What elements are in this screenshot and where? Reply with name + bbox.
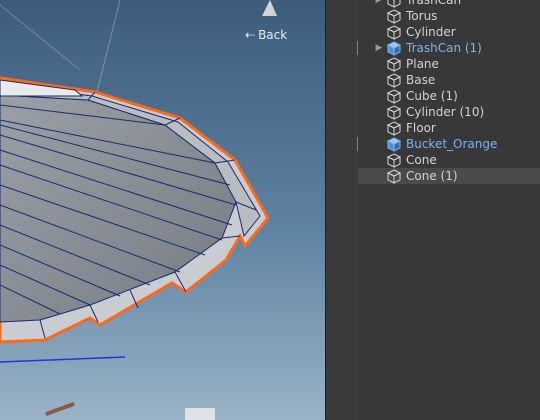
gameobject-cube-icon xyxy=(386,105,402,120)
back-label: Back xyxy=(258,28,288,42)
hierarchy-item-label: Cone xyxy=(406,153,437,167)
gameobject-cube-icon xyxy=(386,25,402,40)
hierarchy-item[interactable]: Bucket_Orange xyxy=(358,136,540,152)
hierarchy-item-label: TrashCan (1) xyxy=(406,41,482,55)
gameobject-cube-icon xyxy=(386,73,402,88)
hierarchy-item[interactable]: Plane xyxy=(358,56,540,72)
gameobject-cube-icon xyxy=(386,89,402,104)
hierarchy-item-label: Cube (1) xyxy=(406,89,458,103)
hierarchy-gutter xyxy=(325,0,358,420)
foldout-arrow-icon[interactable]: ▶ xyxy=(372,0,386,5)
hierarchy-item-label: Bucket_Orange xyxy=(406,137,498,151)
hierarchy-item[interactable]: Cube (1) xyxy=(358,88,540,104)
hierarchy-item[interactable]: Torus xyxy=(358,8,540,24)
scene-viewport[interactable] xyxy=(0,0,325,420)
hierarchy-item-label: TrashCan xyxy=(406,0,462,7)
back-arrow-icon: ⇠ xyxy=(245,28,256,42)
hierarchy-panel[interactable]: ▶ TrashCan Torus Cylinder ▶ TrashCan (1) Plane… xyxy=(358,0,540,420)
foldout-arrow-icon[interactable]: ▶ xyxy=(372,43,386,53)
hierarchy-item-label: Torus xyxy=(406,9,438,23)
hierarchy-item[interactable]: ▶ TrashCan (1) xyxy=(358,40,540,56)
prefab-cube-icon xyxy=(386,137,402,152)
hierarchy-item[interactable]: Cone (1) xyxy=(358,168,540,184)
back-button[interactable]: ⇠ Back xyxy=(245,28,287,42)
gameobject-cube-icon xyxy=(386,153,402,168)
gameobject-cube-icon xyxy=(387,0,401,8)
hierarchy-item[interactable]: Cone xyxy=(358,152,540,168)
hierarchy-item[interactable]: Floor xyxy=(358,120,540,136)
scene-view[interactable]: ⇠ Back xyxy=(0,0,325,420)
hierarchy-item-label: Plane xyxy=(406,57,439,71)
hierarchy-item-label: Cylinder xyxy=(406,25,456,39)
hierarchy-item[interactable]: Cylinder xyxy=(358,24,540,40)
hierarchy-item-label: Base xyxy=(406,73,436,87)
gameobject-cube-icon xyxy=(386,169,402,184)
gameobject-cube-icon xyxy=(386,121,402,136)
scene-prop-cube[interactable] xyxy=(185,408,215,420)
hierarchy-item-label: Cylinder (10) xyxy=(406,105,485,119)
prefab-cube-icon xyxy=(386,41,402,56)
hierarchy-item-label: Cone (1) xyxy=(406,169,458,183)
hierarchy-item[interactable]: Base xyxy=(358,72,540,88)
gameobject-cube-icon xyxy=(386,9,402,24)
gameobject-cube-icon xyxy=(386,57,402,72)
hierarchy-item-label: Floor xyxy=(406,121,436,135)
hierarchy-item[interactable]: Cylinder (10) xyxy=(358,104,540,120)
hierarchy-item[interactable]: ▶ TrashCan xyxy=(358,0,540,8)
